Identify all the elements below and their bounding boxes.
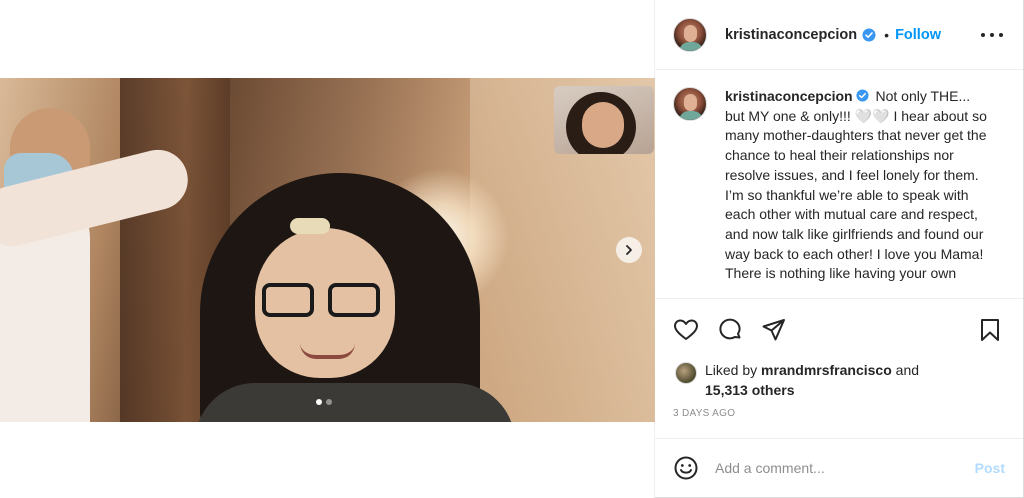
likes-conjunction: and [895,362,920,378]
photo-smile [300,343,355,359]
likes-summary: Liked by mrandmrsfrancisco and 15,313 ot… [675,360,1005,400]
carousel-indicator [316,399,332,405]
author-avatar[interactable] [673,17,707,52]
liker-username[interactable]: mrandmrsfrancisco [761,362,892,378]
post-comment-button[interactable]: Post [975,460,1005,476]
post-side-pane: kristinaconcepcion • Follow kristinaconc… [655,0,1023,497]
instagram-post: kristinaconcepcion • Follow kristinaconc… [0,0,1024,498]
post-header: kristinaconcepcion • Follow [655,0,1023,70]
caption-avatar[interactable] [673,87,707,121]
caption-body: Not only THE... but MY one & only!!! 🤍🤍 … [725,88,987,282]
header-bullet: • [884,26,890,43]
verified-badge-icon [856,89,869,102]
liker-avatar[interactable] [675,362,697,384]
comment-bubble-icon[interactable] [717,317,743,343]
post-photo[interactable] [0,78,655,422]
photo-hair-clip [290,218,330,234]
smiley-icon[interactable] [673,455,699,481]
likes-prefix: Liked by [705,362,758,378]
chevron-right-icon [626,245,632,255]
photo-sweater [195,383,515,422]
likes-count[interactable]: 15,313 others [705,382,795,398]
caption-text: kristinaconcepcion Not only THE... but M… [725,87,989,297]
comment-bar: Post [655,438,1023,497]
likes-text: Liked by mrandmrsfrancisco and 15,313 ot… [705,360,919,400]
carousel-dot [316,399,322,405]
more-options-icon[interactable] [981,26,1003,44]
photo-video-call-inset [554,86,654,154]
author-username[interactable]: kristinaconcepcion [725,27,857,43]
media-pane [0,0,655,498]
carousel-next-button[interactable] [616,237,642,263]
heart-icon[interactable] [673,317,699,343]
follow-button[interactable]: Follow [895,27,941,43]
comment-input[interactable] [715,456,965,480]
caption-area: kristinaconcepcion Not only THE... but M… [655,71,1023,297]
bookmark-icon[interactable] [977,317,1003,343]
paper-plane-icon[interactable] [761,317,787,343]
photo-glasses [262,283,382,321]
caption-username[interactable]: kristinaconcepcion [725,88,853,104]
verified-badge-icon [862,28,876,41]
carousel-dot [326,399,332,405]
post-timestamp[interactable]: 3 DAYS AGO [673,408,735,419]
post-actions [655,298,1023,356]
